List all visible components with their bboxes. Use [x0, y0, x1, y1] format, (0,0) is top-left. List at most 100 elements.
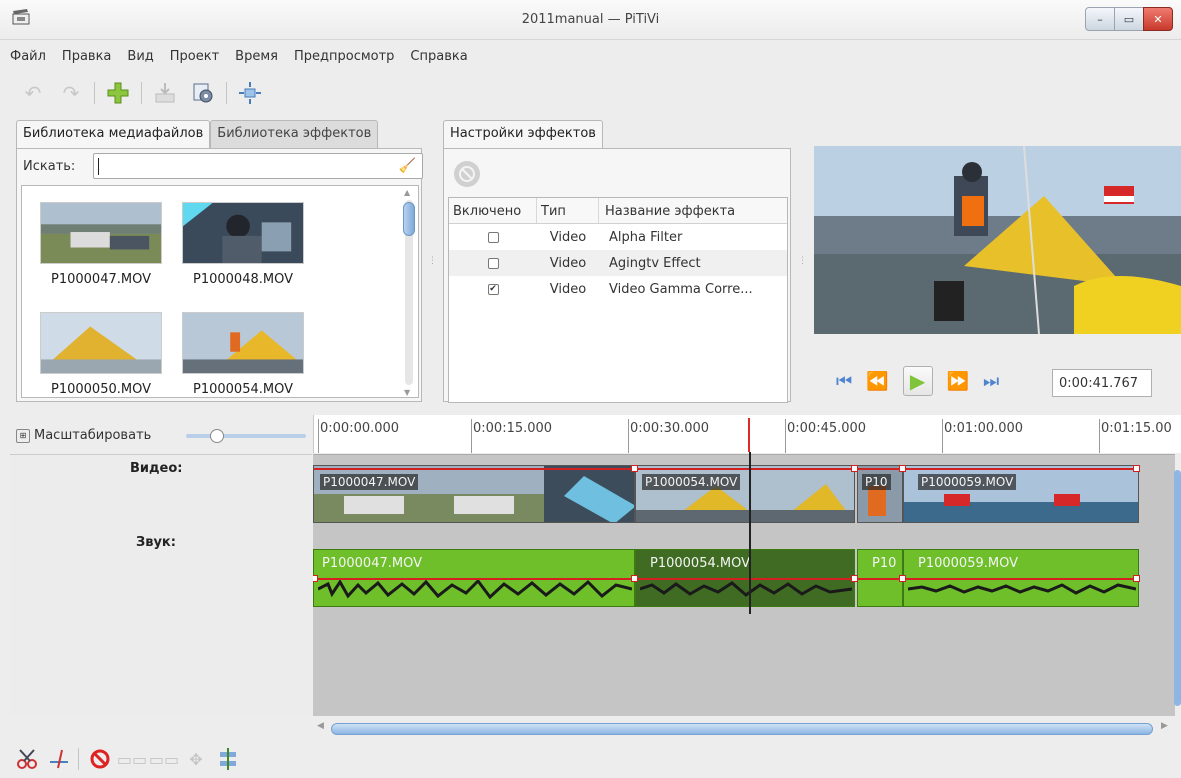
- maximize-button[interactable]: ▭: [1114, 7, 1144, 31]
- zoom-slider[interactable]: [186, 429, 306, 443]
- audio-clip[interactable]: P1000047.MOV: [313, 549, 635, 607]
- column-type[interactable]: Тип: [537, 198, 599, 223]
- clip-label: P1000054.MOV: [650, 556, 750, 571]
- menu-edit[interactable]: Правка: [62, 49, 111, 64]
- pane-divider-handle[interactable]: ⋮: [798, 256, 807, 266]
- redo-icon[interactable]: ↷: [56, 78, 86, 108]
- media-item[interactable]: P1000050.MOV: [36, 312, 166, 397]
- keyframe-handle[interactable]: [851, 575, 858, 582]
- timeline-ruler[interactable]: 0:00:00.000 0:00:15.000 0:00:30.000 0:00…: [313, 415, 1181, 453]
- split-icon[interactable]: [14, 746, 40, 772]
- render-icon[interactable]: [150, 78, 180, 108]
- keyframe-handle[interactable]: [313, 575, 318, 582]
- keyframe-handle[interactable]: [899, 575, 906, 582]
- effect-name: Alpha Filter: [609, 229, 683, 245]
- timeline-area[interactable]: P1000047.MOV P1000054.MOV P10 P1000059.M…: [313, 454, 1175, 716]
- tab-effect-settings[interactable]: Настройки эффектов: [443, 120, 603, 149]
- zoom-fit-icon[interactable]: ⊞: [16, 428, 30, 443]
- table-row[interactable]: ✔ Video Video Gamma Corre...: [449, 276, 787, 302]
- scroll-right-icon[interactable]: ▶: [1161, 721, 1168, 731]
- effect-name: Video Gamma Corre...: [609, 281, 753, 297]
- tab-media-library[interactable]: Библиотека медиафайлов: [16, 120, 211, 149]
- menu-file[interactable]: Файл: [10, 49, 46, 64]
- media-thumbnail: [40, 202, 162, 264]
- unlink-icon[interactable]: ▭▭: [149, 746, 179, 772]
- scroll-up-icon[interactable]: ▲: [404, 188, 410, 197]
- effect-settings-panel: Включено Тип Название эффекта Video Alph…: [443, 148, 791, 403]
- audio-clip-selected[interactable]: P1000054.MOV: [635, 549, 855, 607]
- video-clip[interactable]: P1000059.MOV: [903, 465, 1139, 523]
- add-keyframe-icon[interactable]: [46, 746, 72, 772]
- ruler-label: 0:00:15.000: [473, 421, 553, 436]
- media-item[interactable]: P1000054.MOV: [178, 312, 308, 397]
- minimize-button[interactable]: –: [1085, 7, 1115, 31]
- keyframe-handle[interactable]: [851, 465, 858, 472]
- video-clip[interactable]: P1000054.MOV: [635, 465, 855, 523]
- play-icon: ▶: [909, 369, 926, 393]
- table-row[interactable]: Video Alpha Filter: [449, 224, 787, 250]
- track-video-label: Видео:: [130, 461, 183, 476]
- project-settings-icon[interactable]: [188, 78, 218, 108]
- timecode-display[interactable]: 0:00:41.767: [1052, 369, 1152, 397]
- enabled-checkbox[interactable]: ✔: [487, 283, 499, 295]
- video-clip[interactable]: P10: [857, 465, 903, 523]
- playhead-marker[interactable]: [748, 418, 750, 452]
- enabled-checkbox[interactable]: [487, 231, 499, 243]
- scroll-down-icon[interactable]: ▼: [404, 388, 410, 397]
- media-filename: P1000050.MOV: [51, 382, 151, 397]
- keyframe-handle[interactable]: [1133, 465, 1140, 472]
- scroll-thumb[interactable]: [403, 202, 415, 236]
- search-label: Искать:: [23, 159, 76, 174]
- close-button[interactable]: ✕: [1143, 7, 1173, 31]
- menu-project[interactable]: Проект: [170, 49, 219, 64]
- add-icon[interactable]: [103, 78, 133, 108]
- enabled-checkbox[interactable]: [487, 257, 499, 269]
- fullscreen-icon[interactable]: [235, 78, 265, 108]
- group-icon[interactable]: ✥: [183, 746, 209, 772]
- rewind-icon[interactable]: ⏪: [866, 371, 888, 392]
- play-button[interactable]: ▶: [902, 366, 933, 396]
- column-effect-name[interactable]: Название эффекта: [599, 198, 787, 223]
- keyframe-handle[interactable]: [899, 465, 906, 472]
- search-input[interactable]: 🧹: [93, 153, 423, 179]
- video-clip[interactable]: P1000047.MOV: [313, 465, 635, 523]
- playhead[interactable]: [749, 452, 751, 614]
- column-enabled[interactable]: Включено: [449, 198, 537, 223]
- tab-effects-library[interactable]: Библиотека эффектов: [210, 120, 379, 148]
- media-item[interactable]: P1000047.MOV: [36, 202, 166, 287]
- keyframe-handle[interactable]: [1133, 575, 1140, 582]
- scroll-left-icon[interactable]: ◀: [317, 721, 324, 731]
- media-list-scrollbar[interactable]: ▲ ▼: [402, 188, 416, 397]
- audio-clip[interactable]: P10: [857, 549, 903, 607]
- audio-clip[interactable]: P1000059.MOV: [903, 549, 1139, 607]
- keyframe-handle[interactable]: [631, 465, 638, 472]
- media-filename: P1000047.MOV: [51, 272, 151, 287]
- clip-label: P10: [872, 556, 897, 571]
- clip-label: P1000047.MOV: [322, 556, 422, 571]
- menu-preview[interactable]: Предпросмотр: [294, 49, 394, 64]
- pane-divider-handle[interactable]: ⋮: [428, 256, 437, 266]
- link-icon[interactable]: ▭▭: [117, 746, 147, 772]
- menu-view[interactable]: Вид: [127, 49, 153, 64]
- go-to-start-icon[interactable]: ⏮: [836, 371, 852, 392]
- delete-icon[interactable]: [87, 746, 113, 772]
- zoom-slider-knob[interactable]: [210, 429, 224, 443]
- fast-forward-icon[interactable]: ⏩: [947, 371, 969, 392]
- remove-effect-button[interactable]: [454, 161, 480, 187]
- menu-help[interactable]: Справка: [410, 49, 467, 64]
- clip-label: P10: [862, 474, 891, 490]
- timeline-horizontal-scrollbar[interactable]: ◀ ▶: [313, 718, 1181, 738]
- media-filename: P1000054.MOV: [193, 382, 293, 397]
- media-thumbnail: [182, 312, 304, 374]
- table-row[interactable]: Video Agingtv Effect: [449, 250, 787, 276]
- clear-search-icon[interactable]: 🧹: [399, 158, 416, 174]
- align-icon[interactable]: [215, 746, 241, 772]
- menu-time[interactable]: Время: [235, 49, 278, 64]
- scroll-thumb[interactable]: [331, 723, 1153, 735]
- media-item[interactable]: P1000048.MOV: [178, 202, 308, 287]
- keyframe-handle[interactable]: [631, 575, 638, 582]
- go-to-end-icon[interactable]: ⏭: [983, 371, 999, 392]
- timeline-vertical-scrollbar[interactable]: [1174, 470, 1181, 706]
- ruler-label: 0:00:30.000: [630, 421, 710, 436]
- undo-icon[interactable]: ↶: [18, 78, 48, 108]
